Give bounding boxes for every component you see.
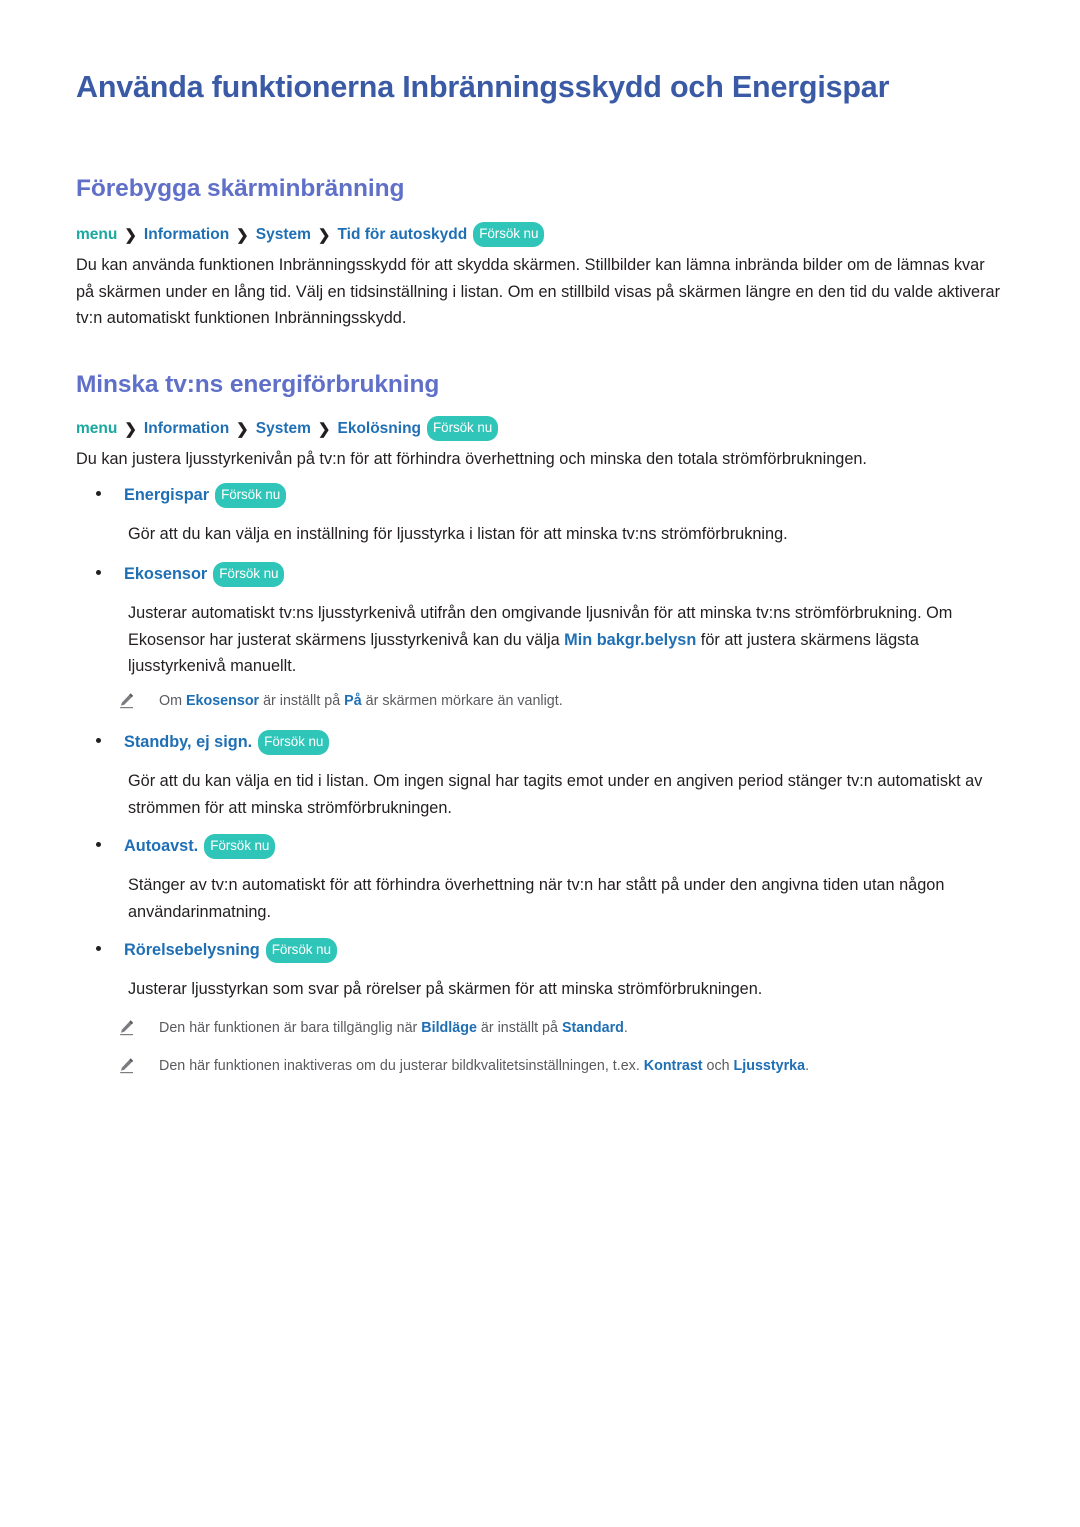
breadcrumb-item-information[interactable]: Information	[144, 226, 229, 244]
note-part2: är inställt på	[259, 693, 345, 709]
note-part2: och	[702, 1058, 734, 1074]
section-heading-forebygga: Förebygga skärminbränning	[76, 175, 405, 202]
bullet-dot-icon	[96, 842, 101, 847]
note-strong-pa: På	[344, 693, 362, 709]
list-item: Rörelsebelysning Försök nu	[96, 938, 337, 964]
note-part2: är inställt på	[476, 1020, 562, 1036]
pencil-icon	[118, 692, 135, 709]
chevron-right-icon: ❯	[124, 421, 137, 439]
note-part3: är skärmen mörkare än vanligt.	[361, 693, 563, 709]
note-part1: Om	[159, 693, 187, 709]
list-item: Ekosensor Försök nu	[96, 562, 285, 588]
pencil-icon	[118, 1019, 135, 1036]
note-strong-ekosensor: Ekosensor	[186, 693, 260, 709]
breadcrumb-item-ekolosning[interactable]: Ekolösning	[337, 420, 421, 438]
note-strong-bildlage: Bildläge	[421, 1020, 477, 1036]
breadcrumb-item-system[interactable]: System	[256, 420, 311, 438]
bullet-label-autoavst: Autoavst.	[124, 837, 199, 855]
note-text: Om Ekosensor är inställt på På är skärme…	[159, 690, 563, 712]
note-text: Den här funktionen inaktiveras om du jus…	[159, 1055, 809, 1077]
bullet-description-ekosensor: Justerar automatiskt tv:ns ljusstyrkeniv…	[128, 600, 1000, 680]
bullet-label-rorelsebelysning: Rörelsebelysning	[124, 941, 260, 959]
note-bildlage: Den här funktionen är bara tillgänglig n…	[118, 1017, 1008, 1039]
bullet-label-energispar: Energispar	[124, 486, 210, 504]
bullet-description-standby: Gör att du kan välja en tid i listan. Om…	[128, 772, 983, 817]
try-now-badge[interactable]: Försök nu	[258, 730, 330, 755]
try-now-badge[interactable]: Försök nu	[427, 416, 499, 441]
note-kontrast: Den här funktionen inaktiveras om du jus…	[118, 1055, 1008, 1077]
section-heading-minska-energi: Minska tv:ns energiförbrukning	[76, 371, 440, 398]
try-now-badge[interactable]: Försök nu	[213, 562, 285, 587]
page-title: Använda funktionerna Inbränningsskydd oc…	[76, 70, 890, 104]
chevron-right-icon: ❯	[317, 421, 331, 439]
note-strong-ljusstyrka: Ljusstyrka	[733, 1058, 806, 1074]
chevron-right-icon: ❯	[124, 227, 137, 245]
note-strong-kontrast: Kontrast	[643, 1058, 703, 1074]
bullet-description-rorelsebelysning: Justerar ljusstyrkan som svar på rörelse…	[128, 980, 763, 998]
list-item: Energispar Försök nu	[96, 483, 287, 509]
try-now-badge[interactable]: Försök nu	[215, 483, 287, 508]
breadcrumb-item-information[interactable]: Information	[144, 420, 229, 438]
try-now-badge[interactable]: Försök nu	[473, 222, 545, 247]
bullet-dot-icon	[96, 946, 101, 951]
chevron-right-icon: ❯	[236, 227, 249, 245]
bullet-label-ekosensor: Ekosensor	[124, 565, 208, 583]
note-part1: Den här funktionen inaktiveras om du jus…	[159, 1058, 644, 1074]
bullet-dot-icon	[96, 491, 101, 496]
bullet-label-standby-ej-sign: Standby, ej sign.	[124, 733, 253, 751]
pencil-icon	[118, 1057, 135, 1074]
bullet-description-energispar: Gör att du kan välja en inställning för …	[128, 525, 788, 543]
list-item: Autoavst. Försök nu	[96, 834, 276, 860]
breadcrumb-ekolosning: menu ❯ Information ❯ System ❯ Ekolösning…	[76, 416, 499, 442]
breadcrumb-tid-for-autoskydd: menu ❯ Information ❯ System ❯ Tid för au…	[76, 222, 545, 248]
breadcrumb-root[interactable]: menu	[76, 420, 117, 438]
note-ekosensor: Om Ekosensor är inställt på På är skärme…	[118, 690, 1008, 712]
breadcrumb-item-tid-for-autoskydd[interactable]: Tid för autoskydd	[337, 226, 467, 244]
chevron-right-icon: ❯	[236, 421, 249, 439]
try-now-badge[interactable]: Försök nu	[265, 938, 337, 963]
breadcrumb-item-system[interactable]: System	[256, 226, 311, 244]
bullet-description-autoavst: Stänger av tv:n automatiskt för att förh…	[128, 876, 945, 921]
section-paragraph-minska-energi: Du kan justera ljusstyrkenivån på tv:n f…	[76, 450, 867, 468]
section-paragraph-forebygga: Du kan använda funktionen Inbränningssky…	[76, 256, 1001, 327]
note-text: Den här funktionen är bara tillgänglig n…	[159, 1017, 628, 1039]
bullet-dot-icon	[96, 570, 101, 575]
breadcrumb-root[interactable]: menu	[76, 226, 117, 244]
description-emphasis-min-bakgr-belysn: Min bakgr.belysn	[564, 630, 697, 649]
note-part1: Den här funktionen är bara tillgänglig n…	[159, 1020, 422, 1036]
bullet-dot-icon	[96, 738, 101, 743]
note-part3: .	[805, 1058, 810, 1074]
note-part3: .	[623, 1020, 628, 1036]
try-now-badge[interactable]: Försök nu	[204, 834, 276, 859]
chevron-right-icon: ❯	[317, 227, 331, 245]
list-item: Standby, ej sign. Försök nu	[96, 730, 330, 756]
note-strong-standard: Standard	[561, 1020, 624, 1036]
document-page: Använda funktionerna Inbränningsskydd oc…	[0, 0, 1080, 1527]
